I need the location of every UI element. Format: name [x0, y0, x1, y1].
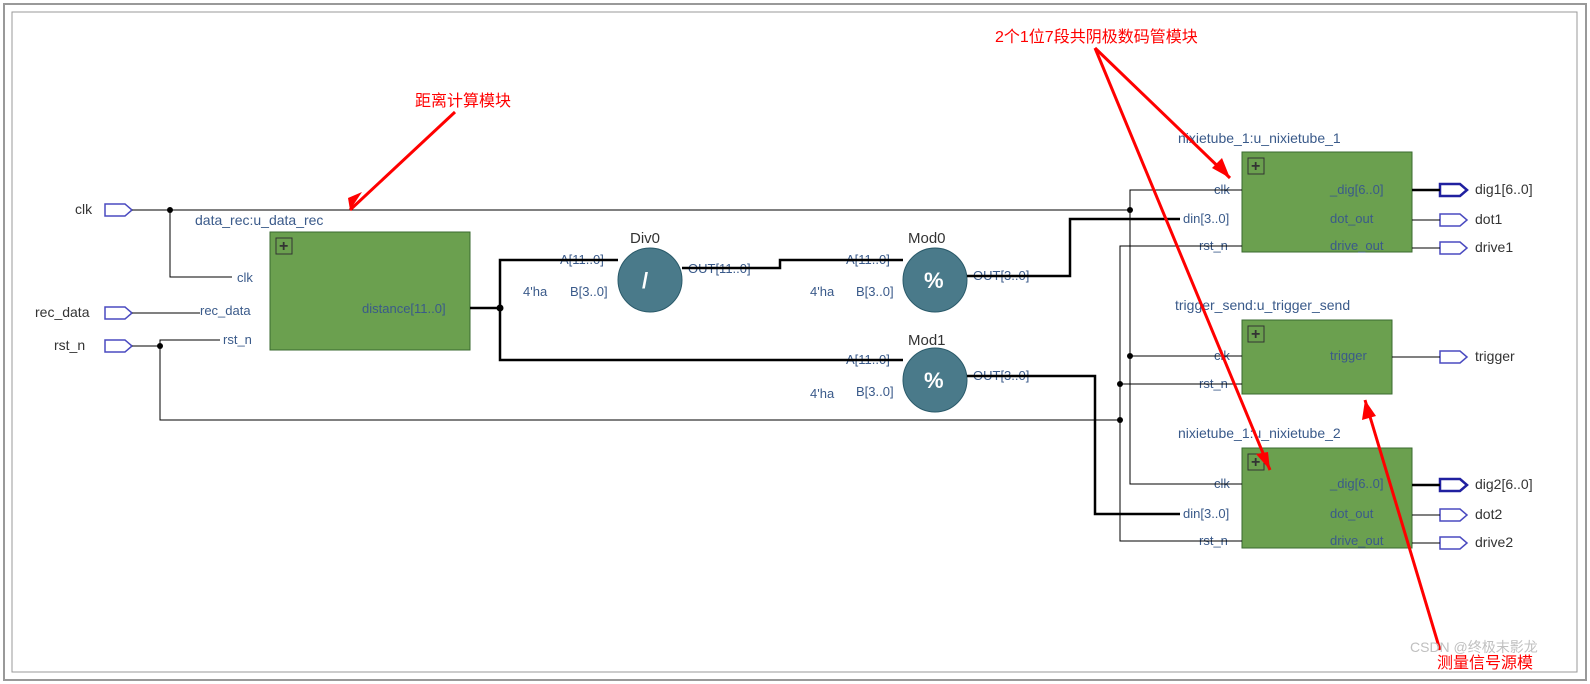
div0-const: 4'ha — [523, 284, 548, 299]
input-clk-label: clk — [75, 201, 93, 217]
mod0-b: B[3..0] — [856, 284, 894, 299]
arrow-nixie2 — [1095, 48, 1270, 470]
annotation-distance: 距离计算模块 — [415, 91, 511, 110]
diagram-canvas: clk rec_data rst_n data_rec:u_data_rec +… — [0, 0, 1590, 684]
mod1-title: Mod1 — [908, 332, 946, 349]
output-dot1-pin: dot1 — [1440, 211, 1502, 227]
nixie2-dot: dot_out — [1330, 506, 1374, 521]
arrow-nixie1 — [1095, 48, 1230, 178]
wire-distance-mod1 — [500, 308, 903, 360]
block-mod1: Mod1 % A[11..0] B[3..0] 4'ha OUT[3..0] — [810, 332, 1029, 412]
output-drive1-label: drive1 — [1475, 239, 1513, 255]
div0-op: / — [642, 268, 648, 293]
annotation-trigger: 测量信号源模 — [1437, 654, 1533, 672]
watermark: CSDN @终极末影龙 — [1410, 639, 1538, 655]
output-dig2-pin: dig2[6..0] — [1440, 476, 1533, 492]
nixie2-drive: drive_out — [1330, 533, 1384, 548]
wire-rst-n-datarec — [132, 340, 220, 346]
output-dig1-pin: dig1[6..0] — [1440, 181, 1533, 197]
svg-text:+: + — [1251, 158, 1260, 175]
data-rec-rst-n: rst_n — [223, 332, 252, 347]
annotation-nixie: 2个1位7段共阴极数码管模块 — [995, 28, 1198, 46]
wire-mod1-nixie2 — [967, 376, 1180, 514]
mod0-op: % — [924, 268, 944, 293]
mod0-title: Mod0 — [908, 230, 946, 247]
output-dot1-label: dot1 — [1475, 211, 1502, 227]
block-div0: Div0 / A[11..0] B[3..0] 4'ha OUT[11..0] — [523, 230, 751, 312]
output-drive2-pin: drive2 — [1440, 534, 1513, 550]
nixie1-dig: _dig[6..0] — [1329, 182, 1384, 197]
block-nixie1: nixietube_1:u_nixietube_1 + clk din[3..0… — [1178, 130, 1412, 253]
mod1-const: 4'ha — [810, 386, 835, 401]
output-dot2-label: dot2 — [1475, 506, 1502, 522]
nixie1-drive: drive_out — [1330, 238, 1384, 253]
input-rst-n-label: rst_n — [54, 337, 85, 353]
nixie2-din: din[3..0] — [1183, 506, 1229, 521]
mod1-op: % — [924, 368, 944, 393]
data-rec-distance: distance[11..0] — [362, 301, 446, 316]
nixie1-title: nixietube_1:u_nixietube_1 — [1178, 130, 1341, 146]
input-rec-data-label: rec_data — [35, 304, 90, 320]
output-drive1-pin: drive1 — [1440, 239, 1513, 255]
trigger-out: trigger — [1330, 348, 1368, 363]
output-dot2-pin: dot2 — [1440, 506, 1502, 522]
div0-b: B[3..0] — [570, 284, 608, 299]
svg-text:+: + — [1251, 326, 1260, 343]
input-rst-n-pin: rst_n — [54, 337, 132, 353]
div0-title: Div0 — [630, 230, 660, 247]
block-trigger-send: trigger_send:u_trigger_send + clk rst_n … — [1175, 297, 1392, 394]
output-drive2-label: drive2 — [1475, 534, 1513, 550]
nixie2-dig: _dig[6..0] — [1329, 476, 1384, 491]
nixie1-dot: dot_out — [1330, 211, 1374, 226]
block-mod0: Mod0 % A[11..0] B[3..0] 4'ha OUT[3..0] — [810, 230, 1029, 312]
nixie2-title: nixietube_1:u_nixietube_2 — [1178, 425, 1341, 441]
data-rec-title: data_rec:u_data_rec — [195, 212, 323, 228]
output-trigger-pin: trigger — [1440, 348, 1515, 364]
output-dig2-label: dig2[6..0] — [1475, 476, 1533, 492]
block-data-rec: data_rec:u_data_rec + clk rec_data rst_n… — [195, 212, 470, 350]
mod1-b: B[3..0] — [856, 384, 894, 399]
arrow-distance — [350, 112, 455, 210]
data-rec-clk: clk — [237, 270, 253, 285]
data-rec-rec-data: rec_data — [200, 303, 251, 318]
nixie1-din: din[3..0] — [1183, 211, 1229, 226]
output-trigger-label: trigger — [1475, 348, 1515, 364]
wire-clk-trigger — [1130, 210, 1242, 356]
wire-clk-main — [132, 190, 1242, 210]
input-rec-data-pin: rec_data — [35, 304, 132, 320]
svg-text:+: + — [279, 238, 288, 255]
mod0-const: 4'ha — [810, 284, 835, 299]
output-dig1-label: dig1[6..0] — [1475, 181, 1533, 197]
input-clk-pin: clk — [75, 201, 132, 217]
